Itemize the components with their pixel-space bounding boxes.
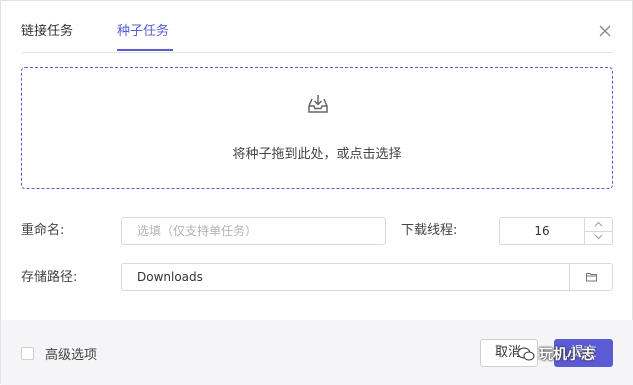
tab-torrent-task[interactable]: 种子任务: [117, 23, 169, 41]
watermark-text: 玩机小志: [539, 347, 595, 363]
wechat-icon: [517, 347, 535, 361]
rename-label: 重命名:: [21, 223, 65, 238]
path-input[interactable]: Downloads: [121, 263, 613, 291]
close-icon[interactable]: [598, 23, 612, 37]
path-label: 存储路径:: [21, 270, 78, 285]
inbox-download-icon: [306, 92, 330, 116]
folder-icon[interactable]: [569, 264, 613, 290]
stepper-buttons: [584, 218, 612, 244]
path-value: Downloads: [137, 270, 203, 284]
task-type-tabs: 链接任务 种子任务: [21, 1, 613, 53]
threads-stepper[interactable]: 16: [499, 217, 613, 245]
torrent-drop-zone[interactable]: 将种子拖到此处，或点击选择: [21, 67, 613, 189]
rename-placeholder: 选填（仅支持单任务）: [137, 224, 258, 238]
tab-link-task[interactable]: 链接任务: [21, 23, 73, 41]
active-tab-indicator: [117, 49, 173, 51]
advanced-options-checkbox[interactable]: [21, 347, 34, 360]
drop-zone-hint: 将种子拖到此处，或点击选择: [232, 147, 402, 162]
new-task-dialog: 链接任务 种子任务 将种子拖到此处，或点击选择 重命名: 选填（仅支持单任务） …: [0, 0, 633, 385]
threads-label: 下载线程:: [401, 223, 458, 238]
chevron-down-icon[interactable]: [585, 231, 612, 244]
threads-value[interactable]: 16: [500, 218, 584, 244]
rename-input[interactable]: 选填（仅支持单任务）: [121, 217, 386, 245]
advanced-options-label[interactable]: 高级选项: [45, 344, 97, 363]
chevron-up-icon[interactable]: [585, 218, 612, 232]
